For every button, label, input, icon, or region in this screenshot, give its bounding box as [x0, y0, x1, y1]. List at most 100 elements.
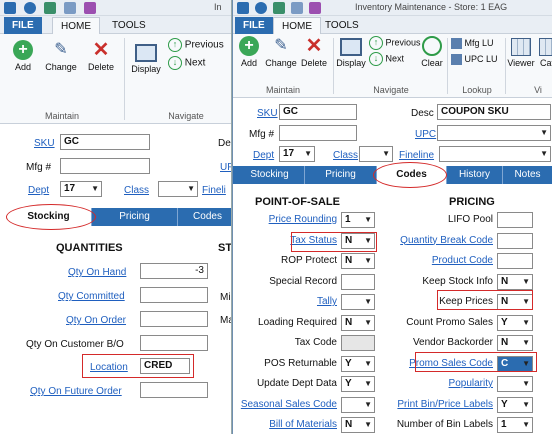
fineline-select[interactable]: ▼	[439, 146, 551, 162]
link-bill-of-materials[interactable]: Bill of Materials	[269, 419, 337, 430]
qty-on-order-link[interactable]: Qty On Order	[66, 315, 126, 326]
fineline-link[interactable]: Fineline	[399, 150, 434, 161]
link-tally[interactable]: Tally	[317, 296, 337, 307]
add-button[interactable]: + Add	[8, 40, 38, 72]
mfg-input[interactable]	[279, 125, 357, 141]
keep-prices-select[interactable]: N ▼	[497, 294, 533, 310]
link-promo-sales-code[interactable]: Promo Sales Code	[409, 358, 493, 369]
dept-select[interactable]: 17 ▼	[60, 181, 102, 197]
class-select[interactable]: ▼	[359, 146, 393, 162]
chevron-down-icon: ▼	[364, 399, 372, 409]
tab-notes[interactable]: Notes	[503, 166, 552, 184]
next-button[interactable]: ↓ Next	[168, 56, 205, 70]
promo-sales-code-select[interactable]: C ▼	[497, 355, 533, 372]
tab-history[interactable]: History	[447, 166, 503, 184]
upc-link[interactable]: UPC	[415, 129, 436, 140]
keep-stock-info-select[interactable]: N ▼	[497, 273, 533, 290]
link-product-code[interactable]: Product Code	[432, 255, 493, 266]
dept-link[interactable]: Dept	[253, 150, 274, 161]
tax-code-input[interactable]	[341, 335, 375, 351]
tab-stocking[interactable]: Stocking	[235, 166, 305, 184]
add-button[interactable]: + Add	[235, 36, 263, 68]
users-icon[interactable]	[291, 2, 303, 14]
tab-tools[interactable]: TOOLS	[317, 17, 367, 34]
upc-lookup-button[interactable]: UPC LU	[451, 54, 498, 66]
rop-protect-select[interactable]: N ▼	[341, 253, 375, 269]
tab-home[interactable]: HOME	[273, 17, 321, 34]
dept-link[interactable]: Dept	[28, 185, 49, 196]
previous-button[interactable]: ↑ Previous	[168, 38, 224, 52]
qty-future-order-link[interactable]: Qty On Future Order	[30, 386, 122, 397]
help-icon[interactable]	[273, 2, 285, 14]
users-icon[interactable]	[64, 2, 76, 14]
mfg-input[interactable]	[60, 158, 150, 174]
link-popularity[interactable]: Popularity	[449, 378, 493, 389]
dept-select[interactable]: 17 ▼	[279, 146, 315, 162]
tab-home[interactable]: HOME	[52, 17, 100, 34]
special-record-input[interactable]	[341, 273, 375, 290]
vendor-backorder-select[interactable]: N ▼	[497, 335, 533, 351]
label-update-dept-data: Update Dept Data	[256, 378, 337, 389]
help-icon[interactable]	[44, 2, 56, 14]
play-icon[interactable]	[255, 2, 267, 14]
display-button[interactable]: Display	[335, 38, 367, 68]
quantity-break-code-input[interactable]	[497, 232, 533, 249]
mfg-lookup-button[interactable]: Mfg LU	[451, 38, 494, 50]
product-code-input[interactable]	[497, 253, 533, 269]
upc-select[interactable]: ▼	[437, 125, 551, 141]
tab-codes[interactable]: Codes	[377, 166, 447, 184]
number-of-bin-labels-select[interactable]: 1 ▼	[497, 417, 533, 433]
fineline-link-partial[interactable]: Fineli	[202, 185, 226, 196]
sku-input[interactable]: GC	[279, 104, 357, 120]
link-seasonal-sales-code[interactable]: Seasonal Sales Code	[241, 399, 337, 410]
update-dept-data-select[interactable]: Y ▼	[341, 376, 375, 392]
class-select[interactable]: ▼	[158, 181, 198, 197]
popularity-select[interactable]: ▼	[497, 376, 533, 392]
loading-required-select[interactable]: N ▼	[341, 314, 375, 331]
price-rounding-select[interactable]: 1 ▼	[341, 212, 375, 228]
lifo-pool-input[interactable]	[497, 212, 533, 228]
tab-codes[interactable]: Codes	[178, 208, 231, 226]
tax-status-select[interactable]: N ▼	[341, 232, 375, 249]
seasonal-sales-code-select[interactable]: ▼	[341, 396, 375, 413]
people-icon[interactable]	[84, 2, 96, 14]
viewer-button[interactable]: Viewer	[507, 38, 535, 68]
tab-file[interactable]: FILE	[235, 17, 273, 34]
tab-file[interactable]: FILE	[4, 17, 42, 34]
desc-input[interactable]: COUPON SKU	[437, 104, 551, 120]
print-bin-price-labels-select[interactable]: Y ▼	[497, 396, 533, 413]
tab-pricing[interactable]: Pricing	[305, 166, 377, 184]
link-price-rounding[interactable]: Price Rounding	[269, 214, 337, 225]
link-print-bin-price-labels[interactable]: Print Bin/Price Labels	[397, 399, 493, 410]
clear-button[interactable]: Clear	[419, 36, 445, 68]
qty-committed-link[interactable]: Qty Committed	[58, 291, 125, 302]
sku-input[interactable]: GC	[60, 134, 150, 150]
people-icon[interactable]	[309, 2, 321, 14]
count-promo-sales-select[interactable]: Y ▼	[497, 314, 533, 331]
delete-button[interactable]: ✕ Delete	[84, 40, 118, 72]
link-quantity-break-code[interactable]: Quantity Break Code	[400, 235, 493, 246]
tally-select[interactable]: ▼	[341, 294, 375, 310]
change-button[interactable]: ✎ Change	[263, 36, 299, 68]
previous-button[interactable]: ↑ Previous	[369, 36, 421, 50]
link-tax-status[interactable]: Tax Status	[290, 235, 337, 246]
delete-button[interactable]: ✕ Delete	[299, 36, 329, 68]
sku-link[interactable]: SKU	[34, 138, 55, 149]
location-link[interactable]: Location	[90, 362, 128, 373]
sku-link[interactable]: SKU	[257, 108, 278, 119]
tab-stocking[interactable]: Stocking	[6, 208, 92, 226]
next-button[interactable]: ↓ Next	[369, 52, 404, 66]
tab-tools[interactable]: TOOLS	[104, 17, 154, 34]
bill-of-materials-select[interactable]: N ▼	[341, 417, 375, 433]
play-icon[interactable]	[24, 2, 36, 14]
catalog-button-partial[interactable]: Cat	[537, 38, 552, 68]
qty-on-hand-link[interactable]: Qty On Hand	[68, 267, 126, 278]
class-link[interactable]: Class	[333, 150, 358, 161]
upc-link-partial[interactable]: UP	[220, 162, 231, 173]
display-button[interactable]: Display	[128, 44, 164, 74]
change-button[interactable]: ✎ Change	[42, 40, 80, 72]
location-input[interactable]: CRED	[140, 358, 190, 374]
class-link[interactable]: Class	[124, 185, 149, 196]
tab-pricing[interactable]: Pricing	[92, 208, 178, 226]
pos-returnable-select[interactable]: Y ▼	[341, 355, 375, 372]
